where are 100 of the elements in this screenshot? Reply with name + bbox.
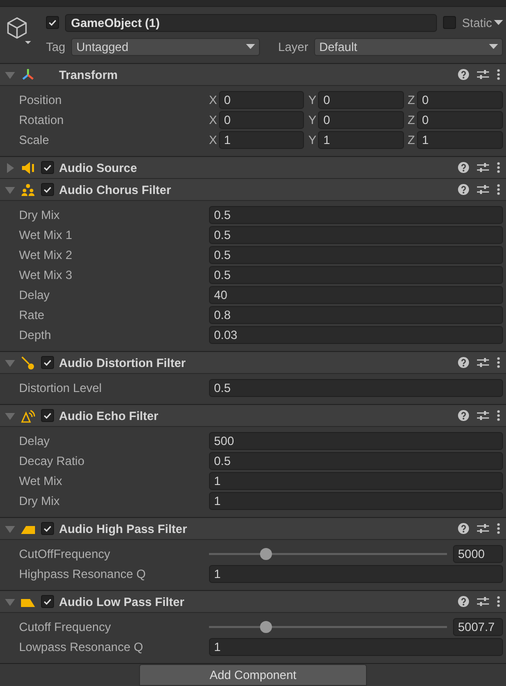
axis-label: Z — [408, 133, 415, 147]
property-label: Rotation — [19, 113, 65, 127]
property-label: Wet Mix — [19, 474, 64, 488]
help-icon[interactable] — [458, 162, 469, 173]
number-field[interactable]: 0 — [219, 91, 304, 109]
dropdown-caret-icon — [246, 44, 256, 50]
component-header[interactable]: Audio Chorus Filter — [0, 179, 506, 201]
number-field[interactable]: 0.5 — [209, 226, 503, 244]
tag-dropdown[interactable]: Untagged — [71, 38, 260, 56]
echo-waves-icon — [21, 408, 35, 422]
number-field[interactable]: 0 — [219, 111, 304, 129]
number-field[interactable]: 40 — [209, 286, 503, 304]
more-options-icon[interactable] — [497, 184, 500, 195]
add-component-button[interactable]: Add Component — [139, 664, 367, 686]
property-label: CutOffFrequency — [19, 547, 112, 561]
checkbox[interactable] — [46, 16, 59, 30]
settings-sliders-icon[interactable] — [477, 410, 489, 421]
number-field[interactable]: 1 — [209, 638, 503, 656]
number-field[interactable]: 1 — [417, 131, 503, 149]
component-title: Audio Distortion Filter — [59, 356, 187, 370]
checkmark-icon — [43, 597, 52, 606]
property-label: Wet Mix 2 — [19, 248, 74, 262]
checkbox[interactable] — [41, 595, 54, 608]
checkmark-icon — [43, 185, 52, 194]
number-field[interactable]: 1 — [209, 472, 503, 490]
checkbox[interactable] — [41, 161, 54, 174]
static-dropdown[interactable]: Static — [462, 16, 503, 30]
help-icon[interactable] — [458, 69, 469, 80]
number-field[interactable]: 0 — [417, 91, 503, 109]
component-header[interactable]: Transform — [0, 64, 506, 86]
help-icon[interactable] — [458, 523, 469, 534]
help-icon[interactable] — [458, 184, 469, 195]
more-options-icon[interactable] — [497, 523, 500, 534]
help-icon[interactable] — [458, 596, 469, 607]
number-field[interactable]: 0.5 — [209, 206, 503, 224]
component-header[interactable]: Audio Low Pass Filter — [0, 591, 506, 613]
checkmark-icon — [43, 358, 52, 367]
layer-label: Layer — [278, 40, 308, 54]
property-label: Rate — [19, 308, 46, 322]
property-label: Highpass Resonance Q — [19, 567, 147, 581]
dropdown-caret-icon — [494, 20, 503, 26]
speaker-icon — [21, 160, 35, 174]
layer-dropdown[interactable]: Default — [314, 38, 504, 56]
number-field[interactable]: 0 — [318, 111, 404, 129]
axis-label: X — [209, 133, 218, 147]
number-field[interactable]: 0.8 — [209, 306, 503, 324]
number-field[interactable]: 0.5 — [209, 266, 503, 284]
cube-icon[interactable] — [6, 16, 32, 47]
help-icon[interactable] — [458, 357, 469, 368]
component-header[interactable]: Audio Echo Filter — [0, 405, 506, 427]
number-field[interactable]: 1 — [318, 131, 404, 149]
number-field[interactable]: 1 — [219, 131, 304, 149]
checkbox[interactable] — [41, 409, 54, 422]
property-label: Wet Mix 1 — [19, 228, 74, 242]
component-header[interactable]: Audio High Pass Filter — [0, 518, 506, 540]
number-field[interactable]: 5007.7 — [453, 618, 503, 636]
property-label: Dry Mix — [19, 494, 61, 508]
object-name-field[interactable]: GameObject (1) — [65, 14, 437, 32]
checkbox[interactable] — [41, 522, 54, 535]
checkbox[interactable] — [41, 183, 54, 196]
number-field[interactable]: 1 — [209, 492, 503, 510]
property-label: Cutoff Frequency — [19, 620, 112, 634]
number-field[interactable]: 0 — [318, 91, 404, 109]
slider-thumb[interactable] — [260, 548, 272, 560]
dropdown-caret-icon — [489, 44, 498, 50]
settings-sliders-icon[interactable] — [477, 162, 489, 173]
property-label: Scale — [19, 133, 50, 147]
more-options-icon[interactable] — [497, 162, 500, 173]
checkbox[interactable] — [41, 356, 54, 369]
number-field[interactable]: 0.5 — [209, 246, 503, 264]
property-label: Lowpass Resonance Q — [19, 640, 144, 654]
settings-sliders-icon[interactable] — [477, 184, 489, 195]
number-field[interactable]: 0.5 — [209, 452, 503, 470]
property-label: Distortion Level — [19, 381, 103, 395]
axis-label: Y — [308, 113, 316, 127]
component-header[interactable]: Audio Distortion Filter — [0, 352, 506, 374]
number-field[interactable]: 0.03 — [209, 326, 503, 344]
checkbox[interactable] — [442, 16, 456, 30]
property-label: Dry Mix — [19, 208, 61, 222]
number-field[interactable]: 500 — [209, 432, 503, 450]
slider-thumb[interactable] — [260, 621, 272, 633]
property-label: Delay — [19, 434, 51, 448]
number-field[interactable]: 5000 — [453, 545, 503, 563]
more-options-icon[interactable] — [497, 596, 500, 607]
number-field[interactable]: 0.5 — [209, 379, 503, 397]
help-icon[interactable] — [458, 410, 469, 421]
settings-sliders-icon[interactable] — [477, 69, 489, 80]
axis-label: Z — [408, 93, 415, 107]
settings-sliders-icon[interactable] — [477, 523, 489, 534]
number-field[interactable]: 0 — [417, 111, 503, 129]
component-title: Transform — [59, 68, 119, 82]
settings-sliders-icon[interactable] — [477, 596, 489, 607]
more-options-icon[interactable] — [497, 410, 500, 421]
property-label: Delay — [19, 288, 51, 302]
more-options-icon[interactable] — [497, 69, 500, 80]
axis-label: X — [209, 113, 218, 127]
more-options-icon[interactable] — [497, 357, 500, 368]
number-field[interactable]: 1 — [209, 565, 503, 583]
component-header[interactable]: Audio Source — [0, 157, 506, 179]
settings-sliders-icon[interactable] — [477, 357, 489, 368]
